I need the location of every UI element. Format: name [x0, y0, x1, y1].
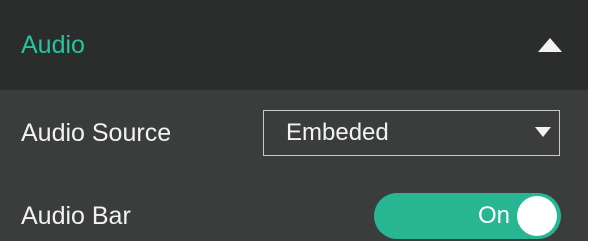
triangle-down-icon: [535, 127, 551, 137]
audio-bar-toggle[interactable]: On: [374, 193, 561, 239]
audio-source-label: Audio Source: [21, 119, 172, 147]
audio-source-value: Embeded: [286, 119, 389, 146]
audio-settings-panel: Audio Audio Source Embeded Audio Bar On: [0, 0, 588, 241]
audio-section-header[interactable]: Audio: [0, 0, 588, 90]
toggle-state-label: On: [478, 202, 511, 229]
toggle-knob: [517, 196, 557, 236]
audio-source-select[interactable]: Embeded: [263, 110, 560, 156]
triangle-up-icon: [538, 38, 562, 52]
section-title: Audio: [21, 31, 85, 59]
collapse-button[interactable]: [530, 30, 570, 60]
audio-bar-label: Audio Bar: [21, 202, 131, 230]
